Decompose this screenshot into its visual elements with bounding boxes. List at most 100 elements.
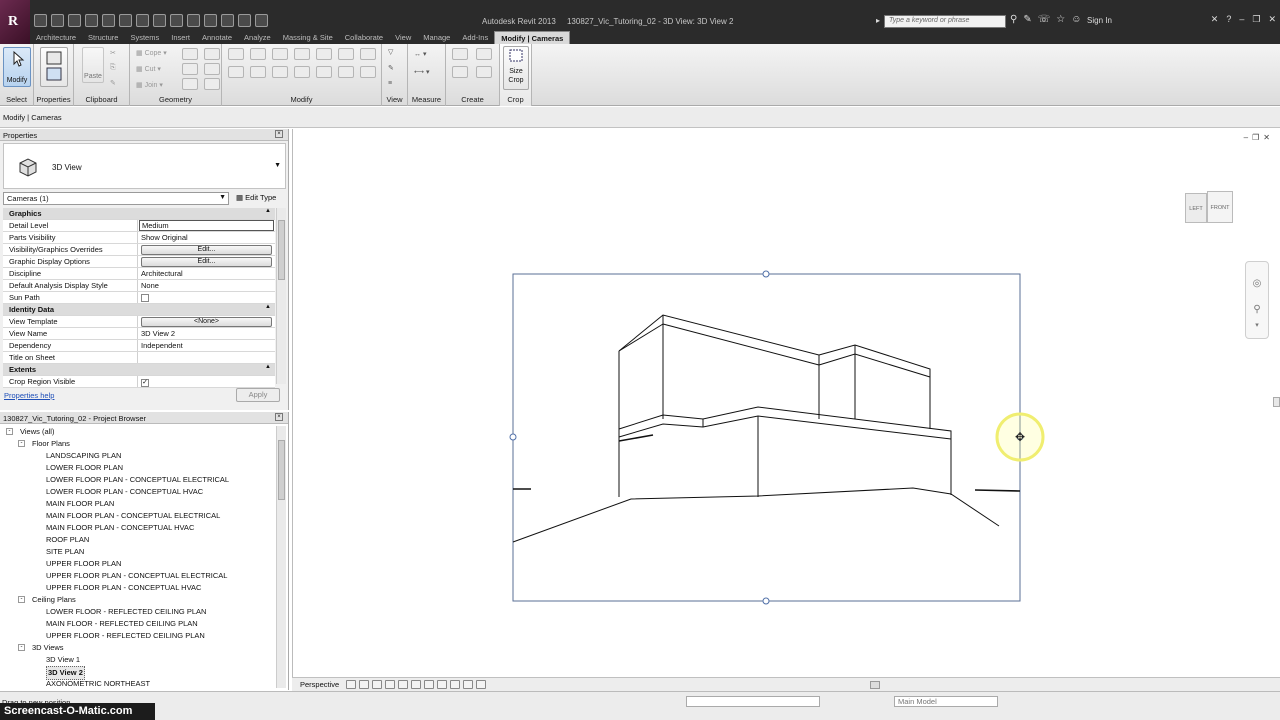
user-icon[interactable]: ☺ (1071, 14, 1081, 25)
remove-paint-icon[interactable] (204, 78, 220, 90)
minimize-icon[interactable]: – (1244, 133, 1248, 142)
customize-qat-icon[interactable] (255, 14, 268, 27)
tab-analyze[interactable]: Analyze (238, 31, 277, 44)
search-expand-icon[interactable]: ▸ (876, 16, 880, 25)
collapse-icon[interactable]: - (18, 596, 25, 603)
subscription-icon[interactable]: ✎ (1023, 14, 1031, 25)
property-value[interactable]: None (138, 280, 275, 291)
browser-item[interactable]: SITE PLAN (0, 546, 276, 558)
join-item[interactable]: ▦ Join ▾ (136, 81, 163, 89)
property-checkbox[interactable]: ✓ (141, 379, 149, 387)
scroll-thumb[interactable] (278, 440, 285, 500)
property-value[interactable] (138, 292, 275, 303)
binoculars-icon[interactable]: ⚲ (1010, 14, 1017, 25)
tab-collaborate[interactable]: Collaborate (339, 31, 389, 44)
restore-icon[interactable]: ❐ (1252, 133, 1259, 142)
edit-type-button[interactable]: ▦ Edit Type (234, 192, 278, 203)
mirror-draw-icon[interactable] (294, 48, 310, 60)
viewcube-left-face[interactable]: LEFT (1185, 193, 1207, 223)
property-checkbox[interactable] (141, 294, 149, 302)
tab-annotate[interactable]: Annotate (196, 31, 238, 44)
cut-icon[interactable]: ✂ (110, 49, 116, 57)
crop-grip-top[interactable] (762, 270, 770, 278)
crop-view-icon[interactable] (411, 680, 421, 689)
3d-view-icon[interactable] (170, 14, 183, 27)
measure-between-icon[interactable]: ↔ ▾ (414, 50, 426, 58)
paste-button[interactable]: Paste (82, 47, 104, 83)
cope-item[interactable]: ▦ Cope ▾ (136, 49, 167, 57)
browser-item[interactable]: - Ceiling Plans (0, 594, 276, 606)
open-icon[interactable] (34, 14, 47, 27)
save-icon[interactable] (51, 14, 64, 27)
restore-icon[interactable]: ❐ (1252, 14, 1260, 25)
property-edit-button[interactable]: Edit... (141, 257, 272, 267)
analysis-display-icon[interactable] (476, 680, 486, 689)
browser-item[interactable]: UPPER FLOOR PLAN (0, 558, 276, 570)
zoom-icon[interactable]: ⚲ (1251, 304, 1263, 316)
tab-systems[interactable]: Systems (124, 31, 165, 44)
close-hidden-icon[interactable] (221, 14, 234, 27)
application-menu-button[interactable]: R (0, 0, 30, 44)
unlock-view-icon[interactable] (437, 680, 447, 689)
show-crop-icon[interactable] (424, 680, 434, 689)
thin-lines-icon[interactable] (204, 14, 217, 27)
browser-item[interactable]: LOWER FLOOR PLAN - CONCEPTUAL ELECTRICAL (0, 474, 276, 486)
visual-style-icon[interactable] (359, 680, 369, 689)
rotate-icon[interactable] (272, 66, 288, 78)
match-icon[interactable]: ✎ (110, 79, 116, 87)
align-icon[interactable] (228, 48, 244, 60)
aligned-dimension-icon[interactable]: ⟷ ▾ (414, 68, 430, 76)
close-icon[interactable]: ✕ (1268, 14, 1276, 25)
property-value[interactable]: Independent (138, 340, 275, 351)
property-value[interactable]: Edit... (138, 256, 275, 267)
property-value[interactable]: Show Original (138, 232, 275, 243)
help-icon[interactable]: ? (1226, 14, 1231, 25)
browser-item[interactable]: - Floor Plans (0, 438, 276, 450)
design-options-dropdown[interactable]: Main Model (894, 696, 998, 707)
override-icon[interactable]: ✎ (388, 64, 394, 72)
sun-path-icon[interactable] (372, 680, 382, 689)
favorites-icon[interactable]: ☆ (1056, 14, 1065, 25)
browser-item[interactable]: MAIN FLOOR PLAN - CONCEPTUAL ELECTRICAL (0, 510, 276, 522)
rendering-icon[interactable] (398, 680, 408, 689)
exchange-icon[interactable]: ✕ (1211, 14, 1219, 25)
browser-scrollbar[interactable] (276, 426, 286, 688)
tab-manage[interactable]: Manage (417, 31, 456, 44)
switch-windows-icon[interactable] (238, 14, 251, 27)
browser-item[interactable]: UPPER FLOOR - REFLECTED CEILING PLAN (0, 630, 276, 642)
linework-icon[interactable]: ≡ (388, 80, 392, 87)
copy-elem-icon[interactable] (250, 66, 266, 78)
chevron-down-icon[interactable]: ▾ (1251, 320, 1263, 332)
browser-item[interactable]: MAIN FLOOR PLAN (0, 498, 276, 510)
dimension-icon[interactable] (136, 14, 149, 27)
browser-item[interactable]: UPPER FLOOR PLAN - CONCEPTUAL ELECTRICAL (0, 570, 276, 582)
trim-icon[interactable] (294, 66, 310, 78)
property-group[interactable]: Graphics ▲ (3, 208, 275, 220)
section-icon[interactable] (187, 14, 200, 27)
apply-button[interactable]: Apply (236, 388, 280, 402)
property-value[interactable]: Edit... (138, 244, 275, 255)
worksets-dropdown[interactable] (686, 696, 820, 707)
unjoin-icon[interactable] (182, 78, 198, 90)
offset-icon[interactable] (250, 48, 266, 60)
filter-icon[interactable]: ▽ (388, 48, 393, 56)
cut-geometry-item[interactable]: ▦ Cut ▾ (136, 65, 161, 73)
drawing-area[interactable]: ✥ – ❐ ✕ LEFT FRONT ◎ ⚲ ▾ (292, 129, 1280, 677)
close-icon[interactable]: × (275, 130, 283, 138)
create-assembly-icon[interactable] (452, 48, 468, 60)
browser-item[interactable]: UPPER FLOOR PLAN - CONCEPTUAL HVAC (0, 582, 276, 594)
property-value[interactable]: Architectural (138, 268, 275, 279)
tab-structure[interactable]: Structure (82, 31, 124, 44)
browser-item[interactable]: MAIN FLOOR PLAN - CONCEPTUAL HVAC (0, 522, 276, 534)
move-icon[interactable] (228, 66, 244, 78)
tab-view[interactable]: View (389, 31, 417, 44)
temporary-hide-icon[interactable] (450, 680, 460, 689)
pin-icon[interactable] (338, 48, 354, 60)
browser-item[interactable]: -3D Views (0, 642, 276, 654)
split-icon[interactable] (316, 48, 332, 60)
browser-item[interactable]: LOWER FLOOR - REFLECTED CEILING PLAN (0, 606, 276, 618)
crop-region[interactable] (512, 273, 1021, 602)
vertical-scroll-thumb[interactable] (1273, 397, 1280, 407)
delete-icon[interactable] (360, 48, 376, 60)
sign-in-button[interactable]: Sign In (1087, 16, 1112, 25)
